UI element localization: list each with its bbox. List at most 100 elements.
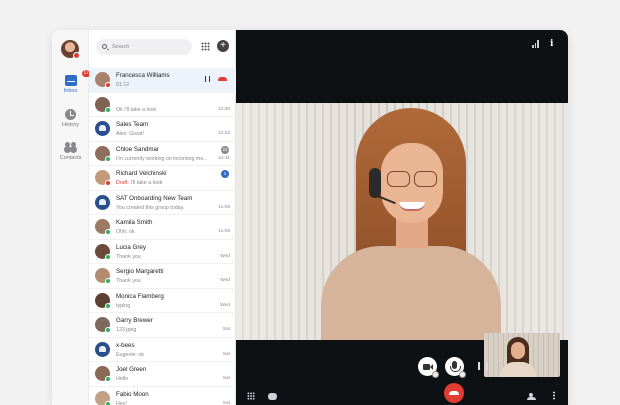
presence-dot [105, 106, 111, 113]
preview-text: 123.jpeg [116, 327, 137, 333]
signal-icon[interactable] [532, 40, 540, 48]
conversation-row[interactable]: Sales Team Alex: Great! 12:22 [89, 117, 236, 142]
conversation-name: Richard Velchinski [116, 170, 167, 177]
list-header: Search + [89, 30, 235, 64]
rail-item-contacts[interactable]: Contacts [52, 142, 89, 161]
contact-avatar [95, 145, 111, 162]
conversation-name: Joel Green [116, 366, 147, 373]
conversation-name: Sales Team [116, 121, 149, 128]
contact-avatar [95, 317, 111, 333]
contact-avatar [95, 96, 111, 113]
presence-dot [105, 229, 111, 235]
user-avatar[interactable] [61, 40, 80, 59]
participants-icon[interactable] [527, 393, 536, 400]
microphone-button[interactable] [445, 357, 466, 378]
conversation-time: Sat [222, 376, 230, 381]
group-avatar [95, 121, 110, 136]
conversation-row[interactable]: Garry Brewer 123.jpeg Sat [89, 313, 236, 338]
presence-dot [105, 155, 111, 162]
remote-participant [311, 108, 511, 340]
conversation-time: Sat [222, 400, 230, 405]
dialpad-icon[interactable] [201, 42, 210, 51]
group-avatar [95, 194, 110, 210]
conversation-preview: Thank you [116, 254, 206, 260]
presence-dot [105, 180, 111, 186]
rail-label-contacts: Contacts [59, 155, 82, 161]
conversation-row[interactable]: x-bees Eugenie: ok Sat [89, 338, 236, 362]
conversation-row[interactable]: Kamila Smith Ohh, ok 11:08 [89, 215, 236, 240]
conversation-preview: 123.jpeg [116, 327, 206, 333]
hang-up-button[interactable] [444, 383, 464, 403]
preview-text: Hey! [116, 400, 127, 405]
conversation-row[interactable]: Monica Flamberg typing Wed [89, 289, 236, 313]
preview-text: typing [116, 302, 131, 309]
rail-item-inbox[interactable]: 17 Inbox [52, 70, 92, 94]
preview-text: I'll take a look [130, 180, 163, 186]
contact-avatar [95, 268, 111, 284]
video-call-area: i [236, 30, 568, 405]
more-options-icon[interactable] [553, 391, 555, 400]
camera-button[interactable] [418, 357, 439, 378]
conversation-time: 12:22 [217, 131, 230, 136]
rail-item-history[interactable]: History [52, 109, 89, 128]
conversation-time: 12:38 [217, 106, 230, 112]
preview-text: Hello [116, 376, 129, 382]
conversation-preview: Draft: I'll take a look [116, 180, 206, 186]
conversation-preview: Thank you [116, 278, 206, 284]
info-icon[interactable]: i [550, 39, 556, 49]
app-window: 17 Inbox History Contacts Search + Franc… [52, 30, 568, 405]
presence-dot [105, 400, 111, 405]
contact-avatar [95, 292, 111, 309]
contact-avatar [95, 72, 111, 88]
search-icon [102, 44, 107, 49]
new-conversation-button[interactable]: + [217, 40, 229, 52]
conversation-preview: Hello [116, 376, 206, 382]
rail-label-inbox: Inbox [63, 88, 78, 94]
conversation-preview: Hey! [116, 401, 206, 405]
conversation-row[interactable]: Ok I'll take a look 12:38 [89, 93, 236, 117]
conversation-row[interactable]: Richard Velchinski Draft: I'll take a loo… [89, 166, 236, 191]
preview-text: Ok I'll take a look [116, 106, 157, 113]
conversation-name: Kamila Smith [116, 219, 153, 226]
preview-text: I'm currently working on incoming me... [116, 155, 206, 162]
presence-dot [105, 82, 111, 88]
presence-dot [105, 278, 111, 284]
status-dot [73, 52, 80, 59]
presence-dot [105, 376, 111, 382]
search-input[interactable]: Search [96, 39, 192, 55]
presence-dot [105, 302, 111, 309]
conversation-name: Chloe Sandmar [116, 145, 159, 153]
conversation-row[interactable]: Chloe Sandmar I'm currently working on in… [89, 142, 236, 166]
inbox-icon: 17 [64, 70, 92, 86]
conversation-row[interactable]: Joel Green Hello Sat [89, 362, 236, 387]
conversation-row[interactable]: Sergio Margaretti Thank you Wed [89, 264, 236, 289]
conversation-time: 11:08 [218, 204, 230, 210]
conversation-name: x-bees [116, 341, 135, 349]
dialpad-icon[interactable] [247, 392, 255, 400]
conversation-preview: Alex: Great! [116, 131, 206, 137]
draft-label: Draft: [116, 180, 129, 186]
presence-dot [105, 253, 111, 260]
conversation-time: Wed [220, 302, 230, 308]
unread-badge: 22 [221, 145, 229, 154]
hold-button[interactable] [474, 359, 488, 373]
pause-icon[interactable] [205, 76, 210, 82]
conversation-row[interactable]: Francesca Williams 01:12 [89, 68, 236, 93]
conversation-name: Francesca Williams [116, 72, 170, 79]
contact-avatar [95, 243, 111, 260]
preview-text: Eugenie: ok [116, 351, 144, 358]
preview-text: Thank you [116, 278, 141, 284]
chat-icon[interactable] [268, 393, 277, 400]
conversation-preview: typing [116, 303, 206, 309]
preview-text: Thank you [116, 253, 141, 260]
conversation-row[interactable]: SAT Onboarding New Team You created this … [89, 191, 236, 215]
self-view-thumbnail[interactable] [484, 333, 560, 377]
hang-up-icon[interactable] [218, 77, 227, 81]
conversation-name: Fabio Moon [116, 390, 149, 398]
conversation-row[interactable]: Fabio Moon Hey! Sat [89, 387, 236, 405]
conversation-row[interactable]: Lucia Grey Thank you Wed [89, 240, 236, 264]
preview-text: 01:12 [116, 82, 130, 88]
preview-text: Ohh, ok [116, 229, 135, 235]
group-avatar [95, 341, 110, 357]
contact-avatar [95, 390, 111, 405]
